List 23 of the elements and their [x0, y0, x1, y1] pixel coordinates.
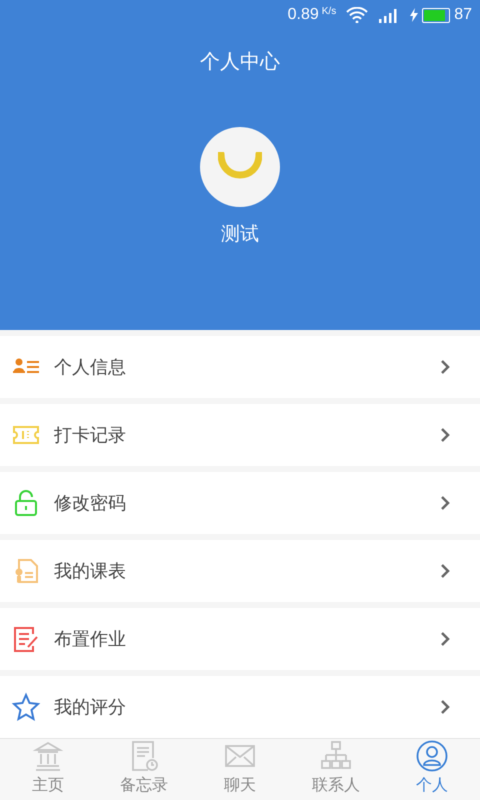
battery-percent: 87	[454, 5, 472, 25]
bank-building-icon	[32, 740, 64, 772]
network-speed: 0.89 $^{K/s}$	[288, 5, 336, 25]
menu-item[interactable]: 修改密码	[0, 472, 480, 534]
user-name: 测试	[221, 223, 259, 247]
tab-item[interactable]: 个人	[384, 739, 480, 800]
chevron-right-icon	[440, 563, 450, 579]
chevron-right-icon	[440, 359, 450, 375]
menu-item[interactable]: 我的评分	[0, 676, 480, 738]
menu-item[interactable]: 个人信息	[0, 336, 480, 398]
menu-item[interactable]: 布置作业	[0, 608, 480, 670]
org-chart-icon	[320, 740, 352, 772]
chevron-right-icon	[440, 427, 450, 443]
star-icon	[11, 692, 41, 722]
chevron-right-icon	[440, 699, 450, 715]
menu-item[interactable]: 打卡记录	[0, 404, 480, 466]
battery-icon	[422, 8, 450, 22]
page-title: 个人中心	[200, 50, 280, 75]
user-circle-icon	[416, 740, 448, 772]
menu-item[interactable]: 我的课表	[0, 540, 480, 602]
wifi-icon	[346, 7, 368, 23]
chevron-right-icon	[440, 631, 450, 647]
chevron-right-icon	[440, 495, 450, 511]
